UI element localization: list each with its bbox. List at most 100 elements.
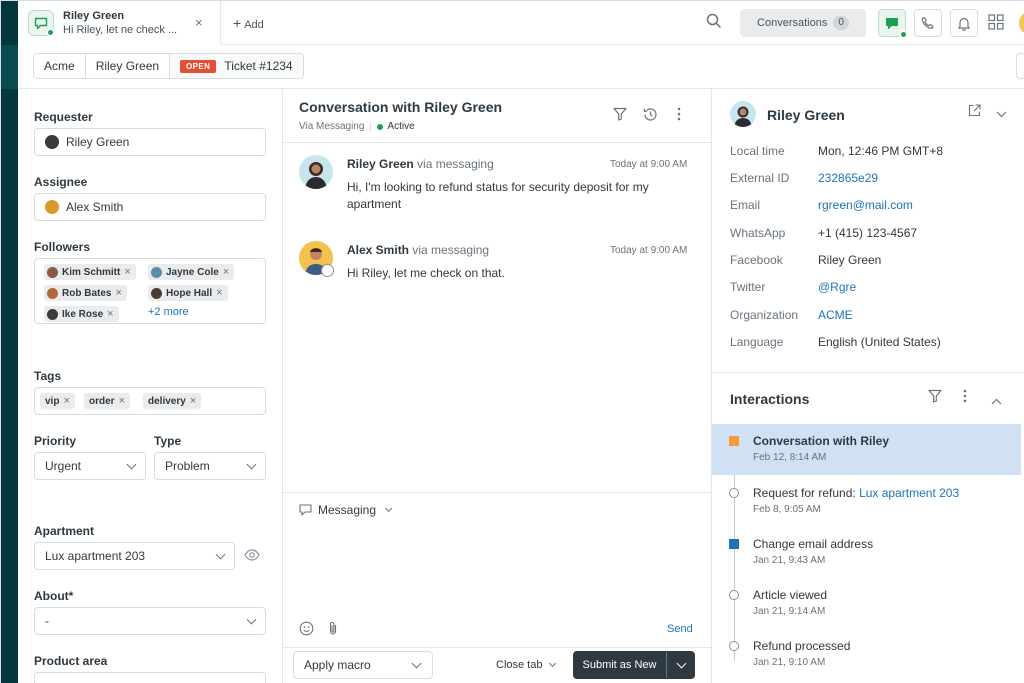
interaction-item[interactable]: Article viewed Jan 21, 9:14 AM (712, 578, 1021, 629)
interaction-item[interactable]: Request for refund: Lux apartment 203 Fe… (712, 476, 1021, 527)
open-external-icon[interactable] (968, 104, 981, 120)
assignee-field[interactable]: Alex Smith (34, 193, 266, 221)
tag-label: delivery (148, 395, 186, 407)
info-value-link[interactable]: 232865e29 (818, 171, 878, 185)
submit-options-button[interactable] (667, 658, 695, 668)
submit-button[interactable]: Submit as New (573, 651, 667, 679)
remove-icon[interactable]: × (63, 395, 69, 407)
collapse-icon[interactable] (996, 106, 1007, 121)
info-value-link[interactable]: @Rgre (818, 280, 856, 294)
interaction-link[interactable]: Lux apartment 203 (859, 486, 959, 500)
more-options-icon[interactable] (677, 107, 681, 124)
conversation-title: Conversation with Riley Green (299, 99, 503, 115)
submit-button-group: Submit as New (573, 651, 695, 679)
about-select[interactable]: - (34, 607, 266, 635)
info-language: Language English (United States) (730, 335, 941, 349)
status-text: Active (387, 121, 415, 132)
interaction-item[interactable]: Change email address Jan 21, 9:43 AM (712, 527, 1021, 578)
filter-icon[interactable] (928, 389, 942, 406)
close-tab-icon[interactable]: × (195, 15, 203, 30)
attachment-icon[interactable] (328, 621, 338, 639)
remove-icon[interactable]: × (190, 395, 196, 407)
message-channel: via messaging (417, 157, 494, 171)
top-bar: Riley Green Hi Riley, let ne check ... ×… (18, 1, 1024, 45)
message-composer-input[interactable] (299, 517, 699, 613)
priority-value: Urgent (45, 459, 82, 473)
apply-macro-select[interactable]: Apply macro (293, 651, 433, 679)
remove-icon[interactable]: × (119, 395, 125, 407)
info-facebook: Facebook Riley Green (730, 253, 881, 267)
more-followers-link[interactable]: +2 more (148, 306, 189, 318)
eye-icon[interactable] (244, 549, 260, 564)
ticket-tab[interactable]: Riley Green Hi Riley, let ne check ... × (18, 1, 221, 45)
requester-field[interactable]: Riley Green (34, 128, 266, 156)
breadcrumb-org[interactable]: Acme (34, 54, 86, 78)
remove-icon[interactable]: × (223, 266, 229, 278)
add-tab-button[interactable]: + Add (233, 15, 264, 31)
interaction-date: Jan 21, 9:43 AM (753, 555, 826, 566)
message-body: Hi Riley, let me check on that. (347, 266, 505, 280)
remove-icon[interactable]: × (216, 287, 222, 299)
follower-chip[interactable]: Jayne Cole × (148, 264, 235, 280)
history-icon[interactable] (643, 107, 658, 125)
phone-button[interactable] (914, 9, 942, 37)
remove-icon[interactable]: × (124, 266, 130, 278)
breadcrumb-requester[interactable]: Riley Green (85, 54, 171, 78)
chevron-up-icon[interactable] (991, 393, 1002, 408)
tags-field[interactable]: vip × order × delivery × (34, 387, 266, 415)
follower-name: Jayne Cole (166, 266, 219, 278)
follower-chip[interactable]: Rob Bates × (44, 285, 127, 301)
remove-icon[interactable]: × (107, 308, 113, 320)
type-select[interactable]: Problem (154, 452, 266, 480)
follower-chip[interactable]: Kim Schmitt × (44, 264, 136, 280)
notifications-button[interactable] (950, 9, 978, 37)
follower-chip[interactable]: Hope Hall × (148, 285, 228, 301)
search-icon[interactable] (706, 13, 722, 32)
info-value: English (United States) (818, 335, 941, 349)
conversations-button[interactable]: Conversations 0 (740, 9, 866, 37)
info-value-link[interactable]: ACME (818, 308, 853, 322)
emoji-icon[interactable] (299, 621, 314, 639)
send-button[interactable]: Send (667, 623, 693, 635)
apartment-value: Lux apartment 203 (45, 549, 146, 563)
message-body: Hi, I'm looking to refund status for sec… (347, 180, 649, 211)
apartment-label: Apartment (34, 524, 95, 538)
close-tab-select[interactable]: Close tab (496, 659, 557, 671)
more-options-icon[interactable] (963, 389, 967, 406)
event-marker-icon (729, 488, 739, 498)
followers-label: Followers (34, 240, 91, 254)
tag-chip[interactable]: delivery × (143, 393, 202, 409)
tag-chip[interactable]: order × (84, 393, 130, 409)
author-name: Riley Green (347, 157, 414, 171)
apartment-select[interactable]: Lux apartment 203 (34, 542, 235, 570)
tag-chip[interactable]: vip × (40, 393, 75, 409)
interaction-title: Article viewed (753, 588, 828, 602)
nav-item-active[interactable] (1, 45, 18, 89)
priority-select[interactable]: Urgent (34, 452, 146, 480)
remove-icon[interactable]: × (115, 287, 121, 299)
product-area-label: Product area (34, 654, 108, 668)
interaction-title: Refund processed (753, 639, 851, 653)
interaction-item[interactable]: Refund processed Jan 21, 9:10 AM (712, 629, 1021, 680)
apps-grid-icon[interactable] (988, 14, 1004, 33)
follower-chip[interactable]: Ike Rose × (44, 306, 119, 322)
interaction-item[interactable]: Conversation with Riley Feb 12, 8:14 AM (712, 424, 1021, 475)
next-ticket-button[interactable] (1016, 53, 1024, 79)
message-time: Today at 9:00 AM (610, 245, 688, 256)
info-organization: Organization ACME (730, 308, 853, 322)
filter-icon[interactable] (613, 107, 627, 124)
apply-macro-label: Apply macro (304, 658, 371, 672)
divider (712, 372, 1024, 373)
tag-label: vip (45, 395, 60, 407)
user-avatar[interactable] (1019, 11, 1024, 35)
info-value-link[interactable]: rgreen@mail.com (818, 198, 913, 212)
breadcrumb-ticket[interactable]: OPEN Ticket #1234 (170, 54, 303, 78)
chevron-down-icon (215, 549, 226, 559)
channel-switcher[interactable]: Messaging (299, 503, 393, 517)
follower-avatar (151, 287, 162, 299)
messaging-status-button[interactable] (878, 9, 908, 39)
product-area-select[interactable] (34, 672, 266, 683)
followers-field[interactable]: Kim Schmitt × Jayne Cole × Rob Bates × Hope… (34, 258, 266, 324)
interaction-date: Jan 21, 9:10 AM (753, 657, 826, 668)
ticket-number: Ticket #1234 (224, 59, 293, 73)
